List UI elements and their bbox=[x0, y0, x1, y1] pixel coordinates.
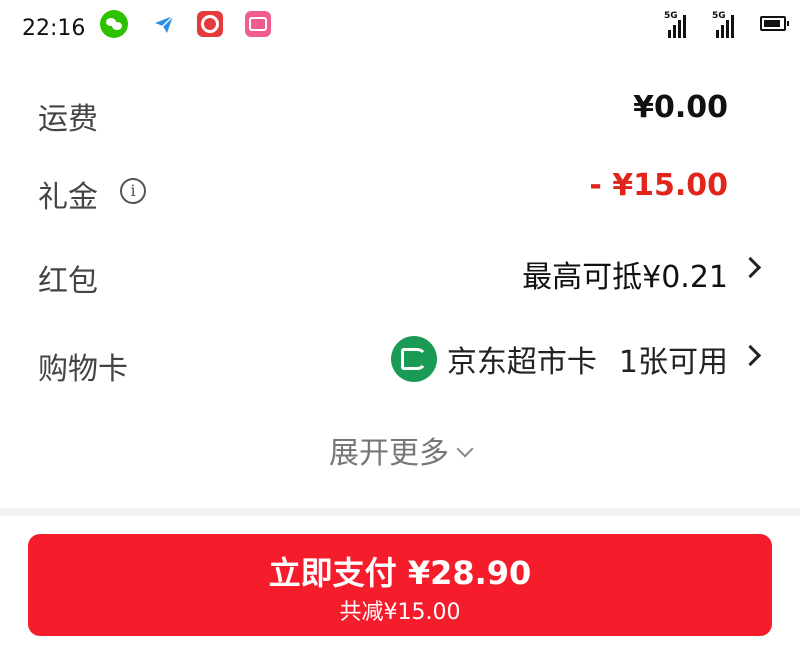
video-app-icon bbox=[244, 10, 272, 38]
info-icon[interactable]: i bbox=[120, 178, 146, 204]
expand-more-button[interactable]: 展开更多 bbox=[0, 428, 800, 472]
chevron-down-icon bbox=[456, 440, 474, 458]
shopping-card-name: 京东超市卡 bbox=[446, 345, 597, 380]
status-time: 22:16 bbox=[22, 16, 86, 41]
signal-label: 5G bbox=[712, 11, 726, 21]
paper-plane-icon bbox=[150, 10, 178, 38]
total-discount-label: 共减¥15.00 bbox=[339, 600, 461, 625]
signal-icon: 5G bbox=[664, 11, 690, 38]
shipping-label: 运费 bbox=[38, 102, 98, 137]
card-tag-icon bbox=[390, 336, 437, 382]
music-app-icon bbox=[196, 10, 224, 38]
signal-label: 5G bbox=[664, 11, 678, 21]
signal-icon: 5G bbox=[712, 11, 738, 38]
chevron-right-icon bbox=[739, 344, 762, 367]
gift-label: 礼金 bbox=[38, 180, 98, 215]
shopping-card-row[interactable]: 购物卡 京东超市卡 1张可用 bbox=[0, 334, 800, 394]
redpacket-value: 最高可抵¥0.21 bbox=[522, 260, 728, 295]
shopping-card-selection[interactable]: 京东超市卡 1张可用 bbox=[390, 336, 728, 382]
shipping-value: ¥0.00 bbox=[633, 90, 728, 125]
pay-now-button[interactable]: 立即支付 ¥28.90 共减¥15.00 bbox=[28, 534, 772, 636]
redpacket-row[interactable]: 红包 最高可抵¥0.21 bbox=[0, 246, 800, 306]
wechat-icon bbox=[100, 10, 128, 38]
redpacket-label: 红包 bbox=[38, 264, 98, 299]
battery-icon bbox=[760, 16, 789, 31]
status-bar: 22:16 5G 5G bbox=[0, 0, 800, 52]
pay-now-label: 立即支付 ¥28.90 bbox=[268, 554, 532, 592]
shipping-row: 运费 ¥0.00 bbox=[0, 84, 800, 144]
expand-more-label: 展开更多 bbox=[329, 436, 449, 471]
shopping-card-label: 购物卡 bbox=[38, 352, 128, 387]
chevron-right-icon bbox=[739, 256, 762, 279]
shopping-card-count: 1张可用 bbox=[618, 345, 728, 380]
gift-row: 礼金 i - ¥15.00 bbox=[0, 162, 800, 222]
gift-value: - ¥15.00 bbox=[589, 168, 728, 203]
section-divider bbox=[0, 508, 800, 516]
